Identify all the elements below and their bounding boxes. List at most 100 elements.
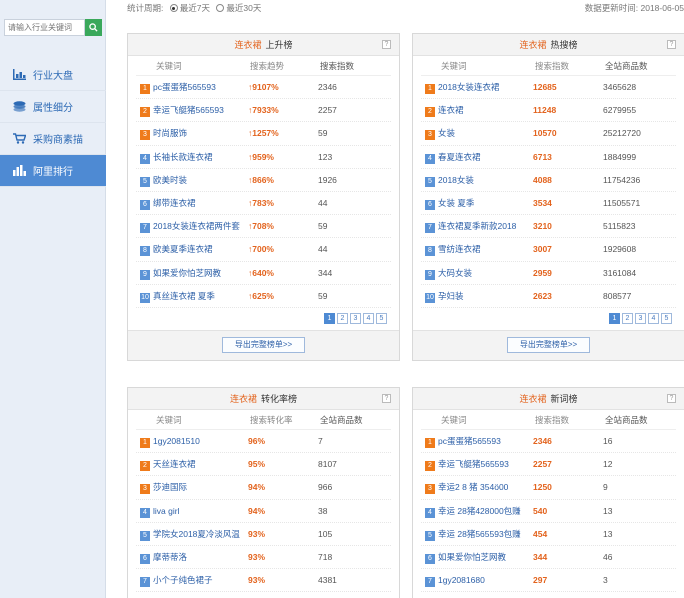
rank-badge: 10: [140, 292, 150, 303]
table-row: 9 如果爱你怕芝网教 ↑640% 344: [136, 262, 391, 285]
panel-title: 上升榜: [265, 40, 293, 50]
sidebar-item-label: 采购商素描: [33, 135, 83, 146]
rank-badge: 2: [140, 107, 150, 118]
metric-value: 93%: [248, 528, 266, 539]
keyword-link[interactable]: 连衣裙: [438, 105, 464, 115]
metric-value: 9: [603, 482, 608, 493]
help-icon[interactable]: ?: [382, 40, 391, 49]
metric-value: 13: [603, 505, 613, 516]
metric-value: 44: [318, 244, 328, 255]
period-label: 统计周期:: [127, 3, 164, 13]
metric-value: 7933%: [252, 105, 279, 116]
page-button[interactable]: 1: [324, 313, 335, 325]
conversion-panel: 连衣裙 转化率榜? 关键词 搜索转化率 全站商品数 1 1gy2081510 96% 7 2 天丝连…: [127, 387, 400, 598]
keyword-link[interactable]: 欧美夏季连衣裙: [153, 244, 213, 254]
keyword-link[interactable]: 如果爱你怕芝网教: [438, 552, 506, 562]
table-row: 6 绑带连衣裙 ↑783% 44: [136, 192, 391, 216]
page-button[interactable]: 4: [648, 313, 659, 325]
table-row: 5 2018女装 4088 11754236: [421, 169, 676, 192]
metric-value: 3465628: [603, 82, 637, 92]
radio-30days[interactable]: [216, 4, 225, 12]
keyword-link[interactable]: 摩蒂蒂洛: [153, 552, 187, 562]
keyword-link[interactable]: 2018女装连衣裙两件套: [153, 221, 240, 231]
export-button[interactable]: 导出完整榜单>>: [506, 337, 591, 354]
keyword-link[interactable]: 连衣裙夏季新款2018: [438, 221, 516, 231]
rank-badge: 4: [140, 153, 150, 164]
search-button[interactable]: [85, 19, 102, 36]
metric-value: 454: [533, 528, 548, 539]
column-header: 全站商品数: [605, 61, 648, 71]
keyword-link[interactable]: 幸运2 8 猪 354ö00: [438, 482, 508, 492]
panel-header: 连衣裙 转化率榜?: [128, 388, 399, 410]
help-icon[interactable]: ?: [667, 394, 676, 403]
table-row: 8 欧美夏季连衣裙 ↑700% 44: [136, 238, 391, 262]
page-button[interactable]: 3: [350, 313, 361, 325]
rank-badge: 4: [140, 507, 150, 518]
keyword-link[interactable]: 春夏连衣裙: [438, 152, 481, 162]
rank-badge: 1: [425, 84, 435, 94]
page-button[interactable]: 1: [609, 313, 620, 325]
help-icon[interactable]: ?: [667, 40, 676, 49]
search-input[interactable]: [4, 19, 85, 36]
page-button[interactable]: 4: [363, 313, 374, 325]
table-row: 5 幸运 28猪565593包赚 454 13: [421, 523, 676, 546]
page-button[interactable]: 5: [376, 313, 387, 325]
page-button[interactable]: 2: [622, 313, 633, 325]
keyword-link[interactable]: 时尚服饰: [153, 128, 187, 138]
keyword-link[interactable]: 莎迪国际: [153, 482, 187, 492]
help-icon[interactable]: ?: [382, 394, 391, 403]
sidebar-item-attributes[interactable]: 属性细分: [0, 91, 106, 123]
sidebar-item-label: 阿里排行: [33, 167, 73, 178]
panel-title: 热搜榜: [550, 40, 578, 50]
page-button[interactable]: 2: [337, 313, 348, 325]
keyword-link[interactable]: pc蛋蛋猪565593: [153, 82, 216, 92]
keyword-link[interactable]: 幸运飞艇猪565593: [438, 459, 509, 469]
metric-value: 94%: [248, 505, 266, 516]
search-icon: [89, 23, 98, 32]
keyword-link[interactable]: 学院女2018夏冷淡风温: [153, 529, 240, 539]
keyword-link[interactable]: 2018女装连衣裙: [438, 82, 499, 92]
page-button[interactable]: 5: [661, 313, 672, 325]
keyword-link[interactable]: 幸运 28猪428000包赚: [438, 506, 521, 516]
keyword-link[interactable]: 天丝连衣裙: [153, 459, 196, 469]
rising-panel: 连衣裙 上升榜? 关键词 搜索趋势 搜索指数 1 pc蛋蛋猪565593 ↑9107% 2346…: [127, 33, 400, 361]
export-button[interactable]: 导出完整榜单>>: [221, 337, 306, 354]
keyword-link[interactable]: 欧美时装: [153, 175, 187, 185]
keyword-link[interactable]: 雪纺连衣裙: [438, 244, 481, 254]
metric-value: 3534: [533, 197, 552, 208]
sidebar-item-ranking[interactable]: 阿里排行: [0, 155, 106, 187]
keyword-link[interactable]: liva girl: [153, 506, 179, 516]
panel-header: 连衣裙 上升榜?: [128, 34, 399, 56]
rank-badge: 4: [425, 507, 435, 518]
sidebar-item-buyers[interactable]: 采购商素描: [0, 123, 106, 155]
metric-value: 4088: [533, 174, 552, 185]
table-row: 3 时尚服饰 ↑1257% 59: [136, 122, 391, 146]
keyword-link[interactable]: 幸运飞艇猪565593: [153, 105, 224, 115]
search-bar: [4, 19, 102, 36]
keyword-link[interactable]: 孕妇装: [438, 291, 464, 301]
keyword-link[interactable]: 女装 夏季: [438, 198, 474, 208]
keyword-link[interactable]: 2018女装: [438, 175, 474, 185]
sidebar-item-industry[interactable]: 行业大盘: [0, 59, 106, 91]
panel-title: 转化率榜: [261, 394, 298, 404]
rank-badge: 3: [425, 130, 435, 141]
keyword-link[interactable]: 1gy2081680: [438, 575, 485, 585]
keyword-link[interactable]: 大码女装: [438, 268, 472, 278]
pagination: 12345: [128, 308, 399, 330]
keyword-link[interactable]: 长袖长款连衣裙: [153, 152, 213, 162]
metric-value: 10570: [533, 128, 557, 139]
keyword-link[interactable]: 女装: [438, 128, 455, 138]
table-row: 8 雪纺连衣裙 3007 1929608: [421, 238, 676, 262]
keyword-link[interactable]: 如果爱你怕芝网教: [153, 268, 221, 278]
period-bar: 统计周期: 最近7天 最近30天 数据更新时间: 2018-06-05: [127, 2, 684, 14]
metric-value: 11248: [533, 105, 557, 116]
keyword-link[interactable]: pc蛋蛋猪565593: [438, 436, 501, 446]
keyword-link[interactable]: 绑带连衣裙: [153, 198, 196, 208]
keyword-link[interactable]: 幸运 28猪565593包赚: [438, 529, 521, 539]
metric-value: 96%: [248, 436, 266, 446]
keyword-link[interactable]: 1gy2081510: [153, 436, 200, 446]
page-button[interactable]: 3: [635, 313, 646, 325]
keyword-link[interactable]: 真丝连衣裙 夏季: [153, 291, 215, 301]
keyword-link[interactable]: 小个子纯色裙子: [153, 575, 213, 585]
radio-7days[interactable]: [169, 4, 178, 12]
